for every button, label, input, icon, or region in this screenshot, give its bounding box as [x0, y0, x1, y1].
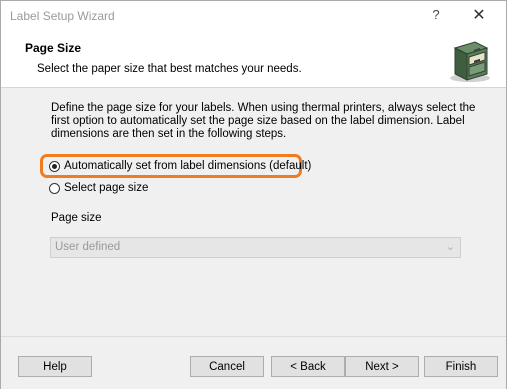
page-title: Page Size [25, 41, 82, 55]
page-size-value: User defined [55, 241, 121, 253]
cancel-button[interactable]: Cancel [190, 356, 264, 377]
wizard-body: Define the page size for your labels. Wh… [1, 88, 506, 336]
help-button[interactable]: Help [18, 356, 92, 377]
close-icon[interactable]: ✕ [471, 5, 487, 25]
page-subtitle: Select the paper size that best matches … [37, 63, 302, 75]
radio-auto-label: Automatically set from label dimensions … [64, 160, 312, 172]
radio-auto-size[interactable]: Automatically set from label dimensions … [49, 158, 311, 174]
window-title: Label Setup Wizard [10, 9, 115, 23]
file-cabinet-icon [450, 41, 490, 82]
radio-select-size[interactable]: Select page size [49, 180, 148, 196]
wizard-footer: Help Cancel < Back Next > Finish [1, 336, 506, 389]
chevron-down-icon: ⌄ [445, 241, 455, 253]
page-size-select[interactable]: User defined ⌄ [50, 237, 461, 258]
page-size-label: Page size [51, 212, 102, 224]
finish-button[interactable]: Finish [424, 356, 498, 377]
radio-button-select[interactable] [49, 182, 60, 194]
next-button[interactable]: Next > [345, 356, 419, 377]
title-bar: Label Setup Wizard ? ✕ [1, 1, 506, 32]
back-button[interactable]: < Back [271, 356, 345, 377]
radio-select-label: Select page size [64, 182, 149, 194]
radio-button-auto[interactable] [49, 160, 60, 172]
help-icon[interactable]: ? [429, 7, 443, 22]
wizard-window: Label Setup Wizard ? ✕ Page Size Select … [0, 0, 507, 389]
wizard-header: Page Size Select the paper size that bes… [1, 32, 506, 88]
description-text: Define the page size for your labels. Wh… [51, 102, 476, 140]
